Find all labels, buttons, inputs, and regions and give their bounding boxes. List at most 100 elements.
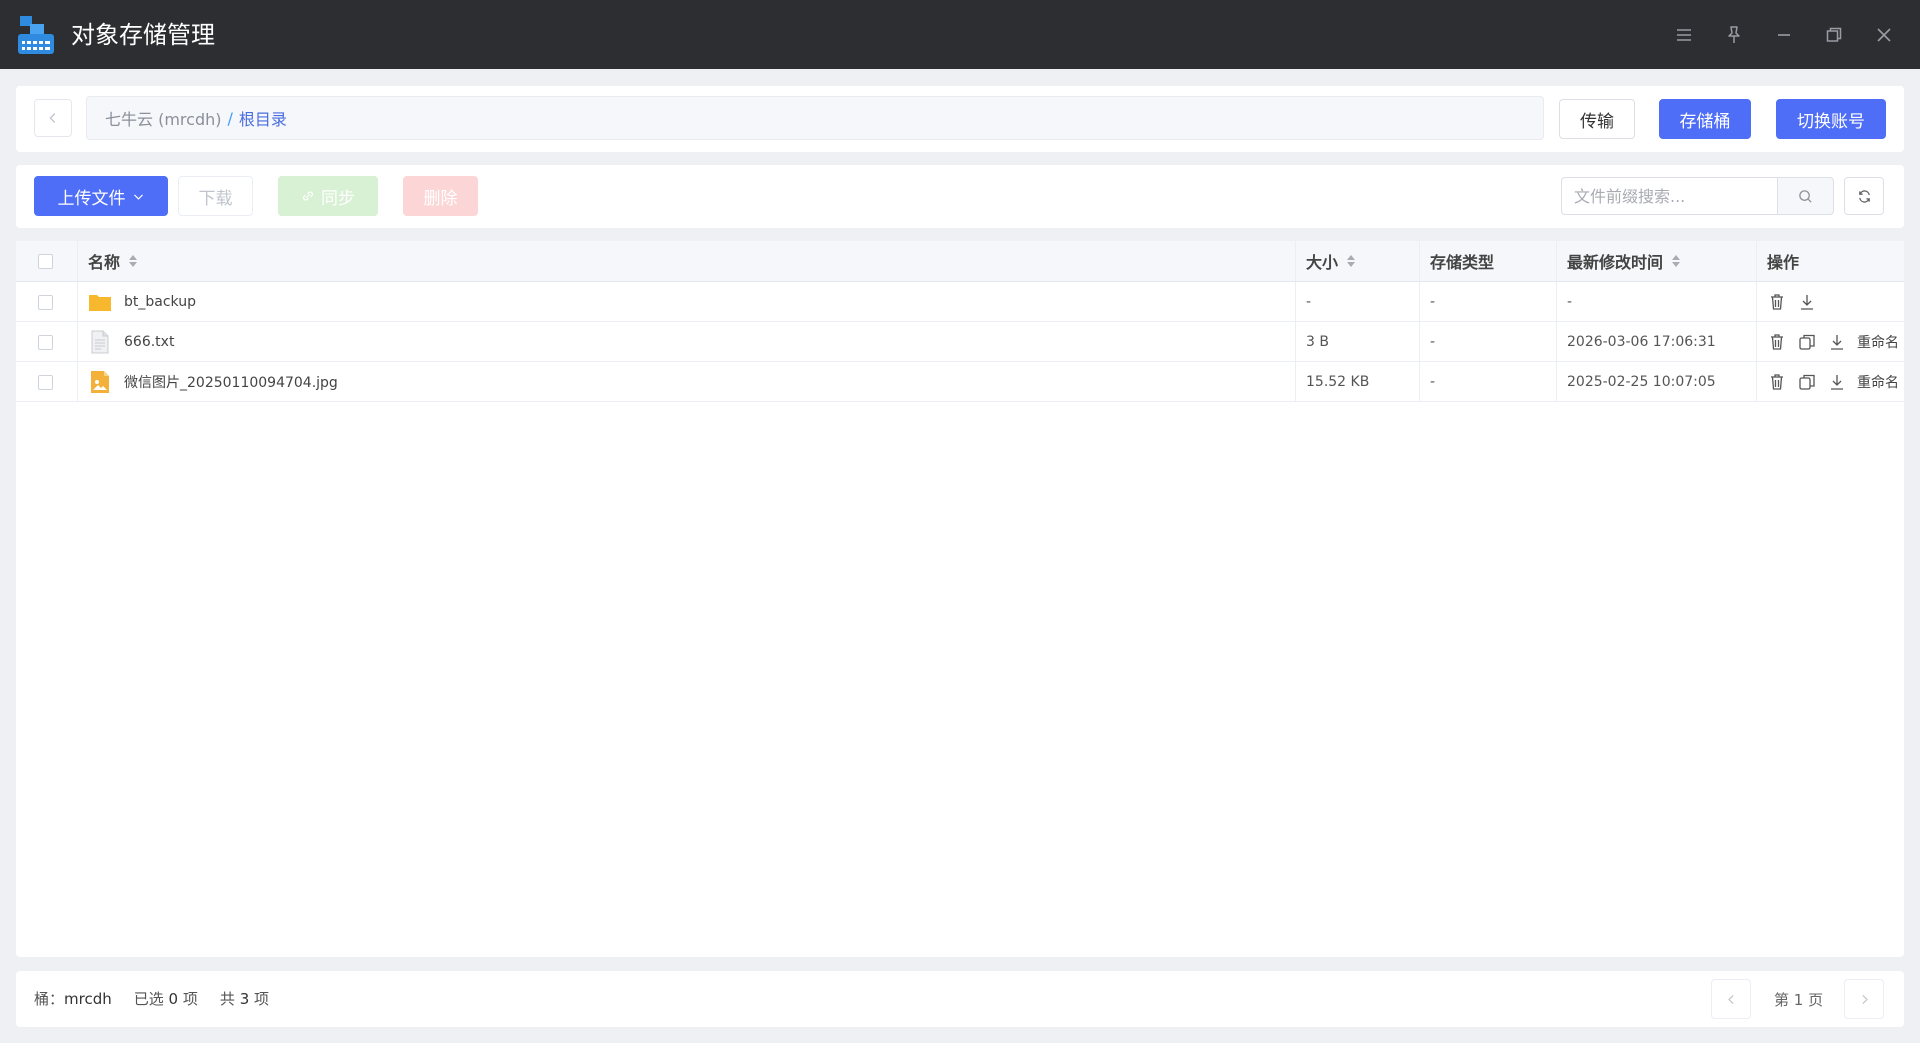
storage-type-cell: -: [1420, 362, 1557, 402]
column-actions-label: 操作: [1767, 253, 1800, 272]
status-footer: 桶：mrcdh 已选 0 项 共 3 项 第 1 页: [16, 971, 1904, 1027]
window-title: 对象存储管理: [71, 21, 215, 49]
column-size[interactable]: 大小: [1296, 241, 1420, 281]
file-table: 名称 大小 存储类型 最新修改时间 操作 bt_backup - - - 666…: [16, 241, 1904, 957]
name-cell: 666.txt: [78, 322, 1296, 362]
title-bar: 对象存储管理: [0, 0, 1920, 69]
navigation-panel: 七牛云 (mrcdh) / 根目录 传输 存储桶 切换账号: [16, 86, 1904, 152]
rename-link[interactable]: 重命名: [1857, 372, 1899, 392]
column-storage-type-label: 存储类型: [1430, 253, 1495, 272]
bucket-info-value: mrcdh: [64, 990, 112, 1008]
actions-cell: 重命名: [1757, 362, 1904, 402]
copy-icon[interactable]: [1797, 332, 1817, 352]
sort-icon: [1672, 255, 1681, 267]
minimize-icon[interactable]: [1769, 20, 1799, 50]
column-name-label: 名称: [88, 253, 121, 272]
file-name[interactable]: 666.txt: [124, 334, 174, 350]
bucket-info-label: 桶：: [34, 990, 65, 1008]
table-row[interactable]: bt_backup - - -: [16, 282, 1904, 322]
total-count: 3: [239, 990, 250, 1008]
column-name[interactable]: 名称: [78, 241, 1296, 281]
column-storage-type: 存储类型: [1420, 241, 1557, 281]
row-checkbox[interactable]: [38, 334, 53, 350]
download-button[interactable]: 下载: [178, 176, 253, 216]
trash-icon[interactable]: [1767, 372, 1787, 392]
sort-icon: [129, 255, 138, 267]
name-cell: bt_backup: [78, 282, 1296, 322]
column-size-label: 大小: [1306, 253, 1339, 272]
delete-button[interactable]: 删除: [403, 176, 478, 216]
storage-type-cell: -: [1420, 322, 1557, 362]
download-icon[interactable]: [1797, 292, 1817, 312]
selected-suffix: 项: [182, 990, 198, 1008]
selected-count: 0: [168, 990, 179, 1008]
chevron-left-icon: [1727, 994, 1734, 1004]
row-checkbox-cell: [16, 322, 78, 362]
table-row[interactable]: 微信图片_20250110094704.jpg 15.52 KB - 2025-…: [16, 362, 1904, 402]
search-button[interactable]: [1777, 177, 1834, 215]
breadcrumb-separator: /: [227, 108, 233, 128]
bucket-button[interactable]: 存储桶: [1659, 99, 1751, 139]
actions-cell: [1757, 282, 1904, 322]
selected-info: 已选 0 项: [134, 988, 198, 1009]
page-indicator: 第 1 页: [1774, 991, 1824, 1009]
upload-label: 上传文件: [57, 188, 126, 209]
switch-account-button[interactable]: 切换账号: [1776, 99, 1886, 139]
table-row[interactable]: 666.txt 3 B - 2026-03-06 17:06:31 重命名: [16, 322, 1904, 362]
total-prefix: 共: [219, 990, 235, 1008]
download-icon[interactable]: [1827, 332, 1847, 352]
actions-cell: 重命名: [1757, 322, 1904, 362]
back-button[interactable]: [34, 99, 72, 137]
sync-label: 同步: [321, 188, 355, 209]
chevron-right-icon: [1861, 994, 1868, 1004]
sync-button[interactable]: 同步: [278, 176, 378, 216]
link-icon: [303, 191, 313, 201]
transfer-button[interactable]: 传输: [1559, 99, 1635, 139]
previous-page-button[interactable]: [1711, 979, 1751, 1019]
file-name[interactable]: bt_backup: [124, 294, 196, 310]
sort-icon: [1347, 255, 1356, 267]
refresh-button[interactable]: [1844, 177, 1884, 215]
column-modified[interactable]: 最新修改时间: [1557, 241, 1757, 281]
select-all-checkbox[interactable]: [38, 253, 53, 269]
file-name[interactable]: 微信图片_20250110094704.jpg: [124, 372, 338, 392]
download-icon[interactable]: [1827, 372, 1847, 392]
search-input[interactable]: [1561, 177, 1777, 215]
breadcrumb: 七牛云 (mrcdh) / 根目录: [86, 96, 1544, 140]
close-icon[interactable]: [1869, 20, 1899, 50]
copy-icon[interactable]: [1797, 372, 1817, 392]
modified-cell: 2025-02-25 10:07:05: [1557, 362, 1757, 402]
total-info: 共 3 项: [220, 988, 269, 1009]
footer-info: 桶：mrcdh 已选 0 项 共 3 项: [34, 988, 269, 1009]
size-cell: 3 B: [1296, 322, 1420, 362]
toolbar-panel: 上传文件 下载 同步 删除: [16, 165, 1904, 228]
folder-icon: [89, 295, 111, 311]
next-page-button[interactable]: [1844, 979, 1884, 1019]
bucket-info: 桶：mrcdh: [34, 988, 112, 1009]
upload-button[interactable]: 上传文件: [34, 176, 168, 216]
breadcrumb-root[interactable]: 七牛云 (mrcdh): [105, 106, 221, 130]
selected-prefix: 已选: [133, 990, 164, 1008]
pin-icon[interactable]: [1719, 20, 1749, 50]
rename-link[interactable]: 重命名: [1857, 332, 1899, 352]
menu-icon[interactable]: [1669, 20, 1699, 50]
search-icon: [1799, 189, 1812, 203]
size-cell: -: [1296, 282, 1420, 322]
breadcrumb-current[interactable]: 根目录: [239, 106, 287, 130]
trash-icon[interactable]: [1767, 292, 1787, 312]
row-checkbox[interactable]: [38, 294, 53, 310]
storage-type-cell: -: [1420, 282, 1557, 322]
table-header: 名称 大小 存储类型 最新修改时间 操作: [16, 241, 1904, 282]
row-checkbox-cell: [16, 282, 78, 322]
row-checkbox[interactable]: [38, 374, 53, 390]
row-checkbox-cell: [16, 362, 78, 402]
trash-icon[interactable]: [1767, 332, 1787, 352]
restore-icon[interactable]: [1819, 20, 1849, 50]
text-file-icon: [91, 330, 109, 354]
select-all-cell: [16, 241, 78, 281]
total-suffix: 项: [254, 990, 270, 1008]
refresh-icon: [1858, 189, 1870, 203]
name-cell: 微信图片_20250110094704.jpg: [78, 362, 1296, 402]
app-logo-icon: [16, 14, 56, 56]
size-cell: 15.52 KB: [1296, 362, 1420, 402]
